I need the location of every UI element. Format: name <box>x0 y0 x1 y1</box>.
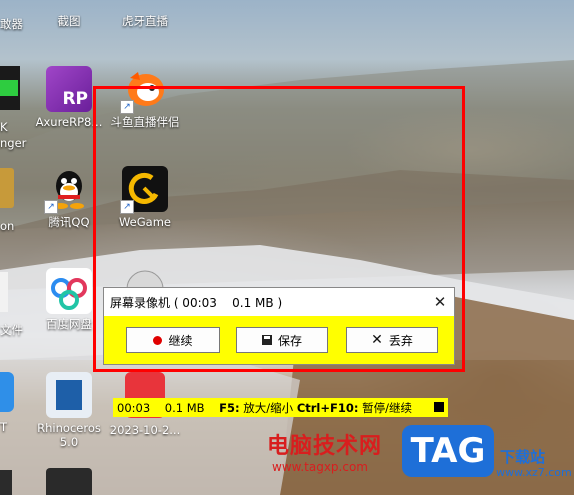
baidu-netdisk-icon <box>46 268 92 314</box>
partial-icon-doc[interactable] <box>0 272 8 312</box>
f5-action-hint: 放大/缩小 <box>243 400 294 415</box>
watermark-url: www.tagxp.com <box>272 460 368 474</box>
continue-label: 继续 <box>168 333 193 348</box>
partial-icon-green[interactable] <box>0 66 20 110</box>
desktop-icon-label: Rhinoceros 5.0 <box>37 421 101 449</box>
recorder-titlebar[interactable]: 屏幕录像机 ( 00:03 0.1 MB ) ✕ <box>104 288 454 316</box>
partial-label-t: T <box>0 420 8 434</box>
watermark-site-name: 电脑技术网 <box>267 434 383 459</box>
stop-square-icon[interactable] <box>434 402 444 412</box>
partial-icon-blue[interactable] <box>0 372 14 412</box>
record-dot-icon <box>153 335 163 345</box>
discard-label: 丢弃 <box>388 333 413 348</box>
qq-icon: ↗ <box>44 166 92 214</box>
rhinoceros-icon <box>46 372 92 418</box>
partial-icon-box[interactable] <box>0 168 14 208</box>
watermark-download: 下载站 <box>500 448 546 466</box>
status-time: 00:03 <box>117 400 151 415</box>
save-label: 保存 <box>277 333 302 348</box>
partial-label-files: 文件 <box>0 323 23 337</box>
desktop-icon-label: 腾讯QQ <box>48 215 90 229</box>
tag-logo: TAG <box>402 425 494 477</box>
desktop-icon-label: 2023-10-2... <box>109 423 181 437</box>
f10-action-hint: 暂停/继续 <box>362 400 413 415</box>
watermark-dl-url: www.xz7.com <box>496 466 572 479</box>
discard-x-icon: ✕ <box>371 332 383 348</box>
axure-icon: RP <box>46 66 92 112</box>
close-icon[interactable]: ✕ <box>426 288 454 316</box>
save-button[interactable]: 保存 <box>236 327 328 353</box>
partial-label-top: 敢器 <box>0 17 23 31</box>
shortcut-arrow-icon: ↗ <box>44 200 58 214</box>
f10-key-hint: Ctrl+F10: <box>296 400 359 415</box>
recorder-title: 屏幕录像机 ( 00:03 0.1 MB ) <box>110 295 283 310</box>
discard-button[interactable]: ✕ 丢弃 <box>346 327 438 353</box>
partial-label-k: K <box>0 120 8 134</box>
floppy-disk-icon <box>261 335 272 345</box>
f5-key-hint: F5: <box>219 400 240 415</box>
screen-recorder-window: 屏幕录像机 ( 00:03 0.1 MB ) ✕ 继续 保存 ✕ 丢弃 <box>103 287 455 365</box>
partial-icon-bottom[interactable] <box>0 470 12 495</box>
recorder-controls: 继续 保存 ✕ 丢弃 <box>104 316 454 364</box>
continue-button[interactable]: 继续 <box>126 327 220 353</box>
desktop-icon-huya[interactable]: 虎牙直播 <box>100 0 190 28</box>
axure-badge: RP <box>62 89 88 109</box>
desktop-icon-bottom[interactable] <box>46 468 92 495</box>
partial-label-nger: nger <box>0 136 27 150</box>
status-size: 0.1 MB <box>164 400 205 415</box>
recording-status-bar: 00:03 0.1 MB F5: 放大/缩小 Ctrl+F10: 暂停/继续 <box>113 398 448 417</box>
desktop-icon-label: 虎牙直播 <box>122 14 168 28</box>
desktop-icon-label: 百度网盘 <box>46 317 92 331</box>
partial-label-on: on <box>0 219 15 233</box>
